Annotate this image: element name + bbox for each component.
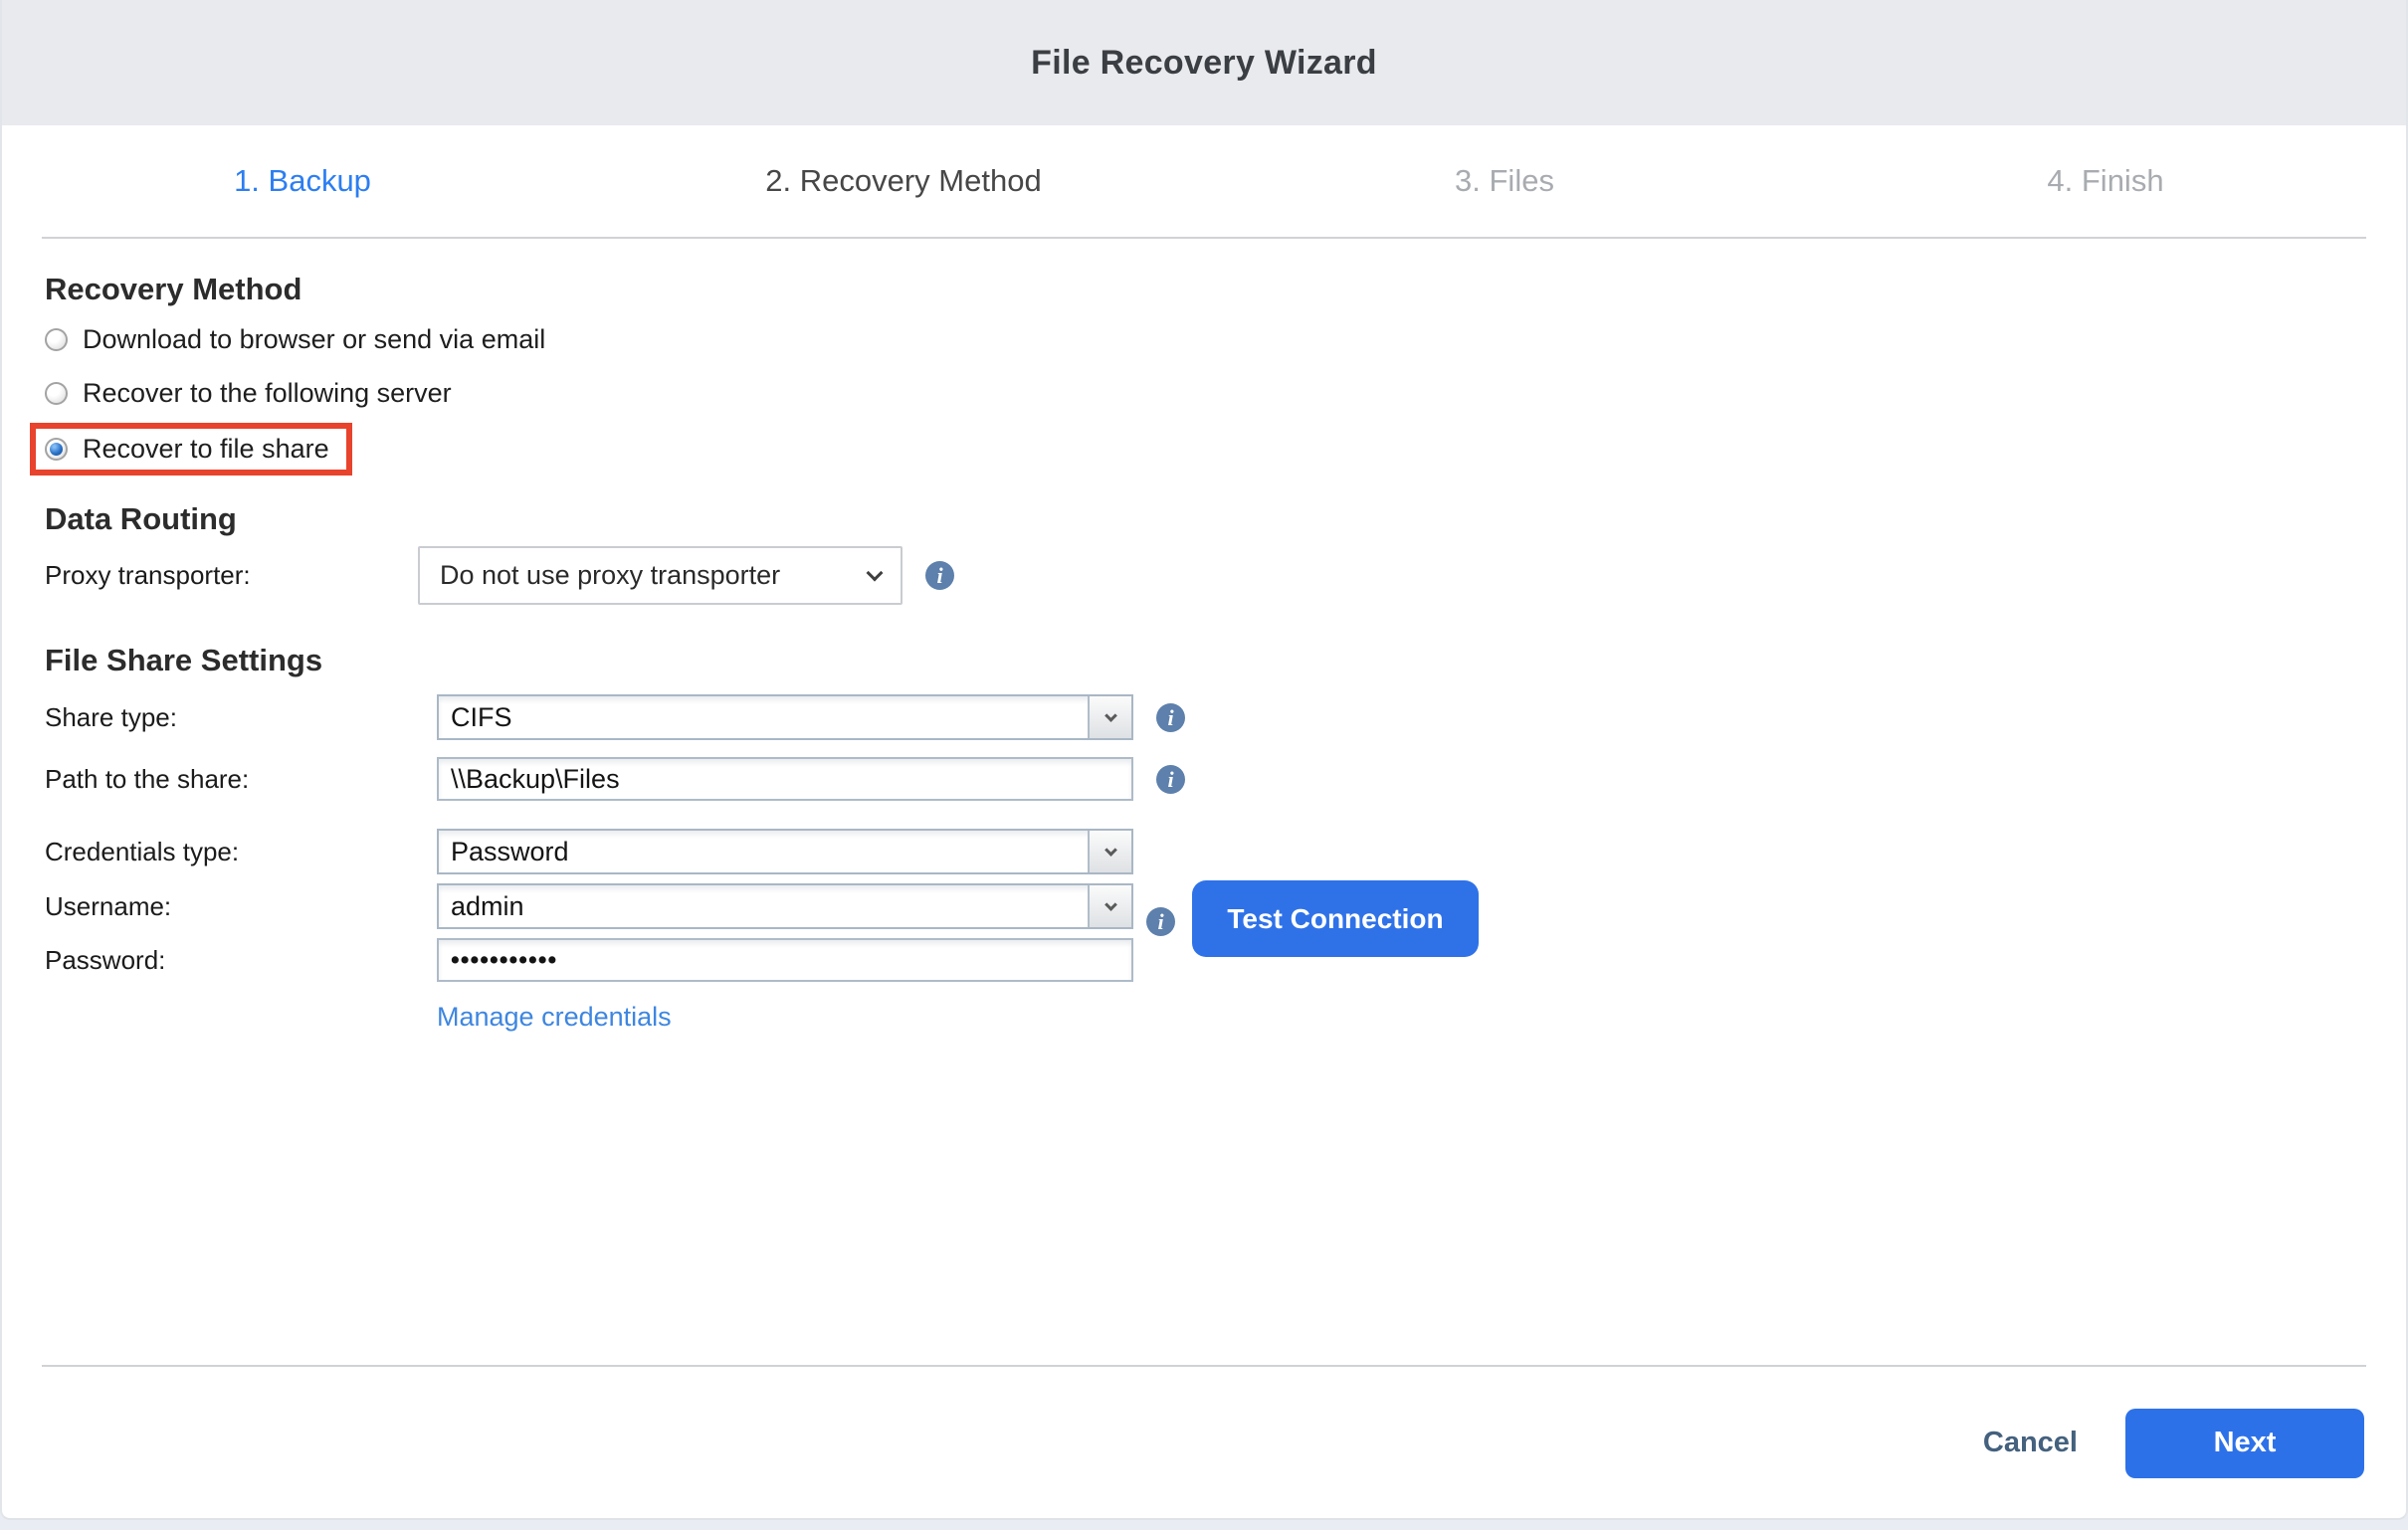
radio-label[interactable]: Download to browser or send via email xyxy=(83,324,545,355)
username-select[interactable]: admin xyxy=(437,883,1133,929)
screen: File Recovery Wizard 1. Backup 2. Recove… xyxy=(0,0,2408,1530)
step-backup[interactable]: 1. Backup xyxy=(2,163,603,199)
info-icon[interactable]: i xyxy=(1156,703,1185,732)
data-routing-heading: Data Routing xyxy=(2,501,2406,537)
wizard-content: Recovery Method Download to browser or s… xyxy=(2,272,2406,1033)
proxy-transporter-label: Proxy transporter: xyxy=(45,560,418,591)
step-files: 3. Files xyxy=(1204,163,1805,199)
credentials-type-row: Credentials type: Password xyxy=(2,829,2406,874)
recovery-method-heading: Recovery Method xyxy=(2,272,2406,307)
username-label: Username: xyxy=(45,891,437,922)
radio-row-server[interactable]: Recover to the following server xyxy=(2,371,2406,415)
wizard-footer: Cancel Next xyxy=(1983,1405,2364,1481)
step-finish: 4. Finish xyxy=(1805,163,2406,199)
next-button[interactable]: Next xyxy=(2125,1409,2364,1478)
share-type-select[interactable]: CIFS xyxy=(437,694,1133,740)
step-recovery-method: 2. Recovery Method xyxy=(603,163,1204,199)
radio-recover-to-file-share[interactable] xyxy=(45,438,68,461)
credentials-type-select[interactable]: Password xyxy=(437,829,1133,874)
proxy-transporter-row: Proxy transporter: Do not use proxy tran… xyxy=(2,546,2406,605)
chevron-down-icon[interactable] xyxy=(1088,696,1131,738)
radio-label[interactable]: Recover to the following server xyxy=(83,378,452,409)
credentials-type-value: Password xyxy=(439,837,1088,867)
chevron-down-icon xyxy=(867,564,884,581)
credentials-type-label: Credentials type: xyxy=(45,837,437,867)
path-to-share-input[interactable] xyxy=(437,757,1133,801)
path-to-share-label: Path to the share: xyxy=(45,764,437,795)
steps-divider xyxy=(42,237,2366,239)
password-label: Password: xyxy=(45,945,437,976)
chevron-down-icon[interactable] xyxy=(1088,831,1131,872)
footer-divider xyxy=(42,1365,2366,1367)
radio-label[interactable]: Recover to file share xyxy=(83,434,329,465)
proxy-transporter-value: Do not use proxy transporter xyxy=(440,560,780,591)
file-recovery-wizard-dialog: File Recovery Wizard 1. Backup 2. Recove… xyxy=(0,0,2408,1520)
radio-recover-to-server[interactable] xyxy=(45,382,68,405)
chevron-down-icon[interactable] xyxy=(1088,885,1131,927)
info-icon[interactable]: i xyxy=(925,561,954,590)
info-icon[interactable]: i xyxy=(1156,765,1185,794)
password-input[interactable] xyxy=(437,938,1133,982)
username-row: Username: admin i Test Connection xyxy=(2,883,2406,929)
wizard-steps: 1. Backup 2. Recovery Method 3. Files 4.… xyxy=(2,125,2406,237)
path-to-share-row: Path to the share: i xyxy=(2,757,2406,801)
cancel-button[interactable]: Cancel xyxy=(1983,1427,2078,1459)
radio-row-download[interactable]: Download to browser or send via email xyxy=(2,317,2406,361)
manage-credentials-link[interactable]: Manage credentials xyxy=(437,1002,672,1033)
wizard-header: File Recovery Wizard xyxy=(2,0,2406,125)
file-share-settings-heading: File Share Settings xyxy=(2,643,2406,678)
test-connection-button[interactable]: Test Connection xyxy=(1192,880,1479,957)
radio-download-to-browser[interactable] xyxy=(45,328,68,351)
wizard-title: File Recovery Wizard xyxy=(1031,44,1377,83)
share-type-label: Share type: xyxy=(45,702,437,733)
share-type-value: CIFS xyxy=(439,702,1088,733)
selection-highlight-box: Recover to file share xyxy=(30,423,352,476)
radio-row-file-share[interactable]: Recover to file share xyxy=(2,423,2406,476)
proxy-transporter-select[interactable]: Do not use proxy transporter xyxy=(418,546,903,605)
info-icon[interactable]: i xyxy=(1146,907,1175,936)
username-value: admin xyxy=(439,891,1088,922)
share-type-row: Share type: CIFS i xyxy=(2,694,2406,740)
